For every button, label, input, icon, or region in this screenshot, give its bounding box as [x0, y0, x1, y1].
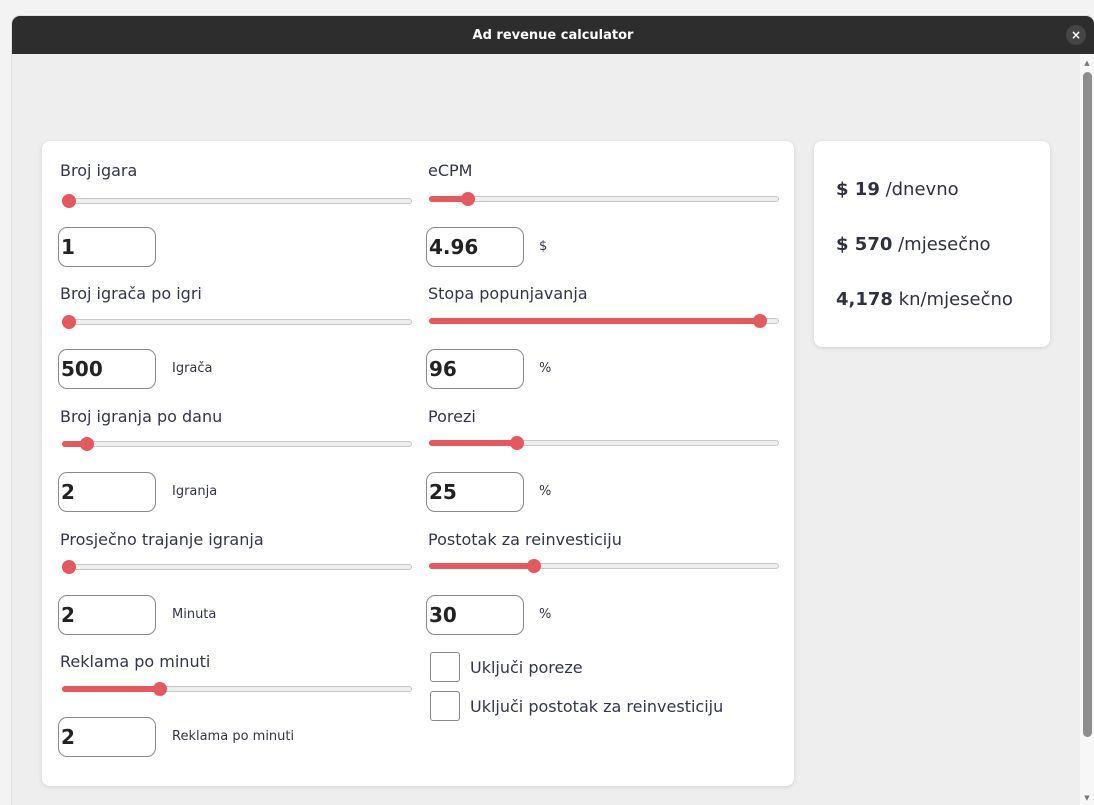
porezi-label: Porezi: [428, 407, 476, 426]
porezi-slider[interactable]: [429, 436, 779, 452]
porezi-unit: %: [539, 484, 552, 499]
broj-igraca-label: Broj igrača po igri: [60, 284, 202, 303]
slider-track: [429, 196, 779, 202]
stopa-input[interactable]: [426, 349, 524, 389]
scroll-up-icon[interactable]: ▲: [1083, 58, 1091, 68]
reklama-label: Reklama po minuti: [60, 652, 211, 671]
broj-igara-slider[interactable]: [62, 194, 412, 210]
slider-thumb[interactable]: [461, 192, 475, 206]
daily-suffix: /dnevno: [879, 179, 959, 200]
ecpm-input[interactable]: [426, 227, 524, 267]
broj-igranja-label: Broj igranja po danu: [60, 407, 223, 426]
vertical-scrollbar[interactable]: ▲ ▼: [1080, 54, 1094, 805]
daily-result: $ 19 /dnevno: [836, 179, 959, 200]
reinvest-unit: %: [539, 607, 552, 622]
close-icon: ×: [1070, 28, 1082, 42]
slider-fill: [62, 686, 160, 692]
slider-thumb[interactable]: [753, 314, 767, 328]
results-card: $ 19 /dnevno $ 570 /mjesečno 4,178 kn/mj…: [814, 141, 1050, 347]
reklama-slider[interactable]: [62, 682, 412, 698]
broj-igranja-slider[interactable]: [62, 437, 412, 453]
scroll-down-icon[interactable]: ▼: [1083, 793, 1091, 803]
slider-thumb[interactable]: [62, 194, 76, 208]
ecpm-unit: $: [539, 239, 548, 254]
slider-fill: [429, 563, 534, 569]
monthly-usd-suffix: /mjesečno: [892, 234, 991, 255]
monthly-kn-value: 4,178: [836, 289, 893, 310]
broj-igraca-unit: Igrača: [172, 361, 213, 376]
stopa-slider[interactable]: [429, 314, 779, 330]
slider-fill: [429, 440, 517, 446]
reinvest-label: Postotak za reinvesticiju: [428, 530, 622, 549]
stopa-unit: %: [539, 361, 552, 376]
slider-thumb[interactable]: [62, 560, 76, 574]
slider-thumb[interactable]: [80, 437, 94, 451]
calculator-form: Broj igara Broj igrača po igri Igrača Br…: [42, 141, 794, 786]
trajanje-slider[interactable]: [62, 560, 412, 576]
broj-igraca-slider[interactable]: [62, 315, 412, 331]
broj-igara-label: Broj igara: [60, 161, 138, 180]
slider-fill: [429, 318, 760, 324]
reinvest-checkbox[interactable]: [430, 691, 460, 721]
slider-thumb[interactable]: [153, 682, 167, 696]
title-bar: Ad revenue calculator ×: [12, 16, 1094, 54]
trajanje-input[interactable]: [58, 595, 156, 635]
ecpm-label: eCPM: [428, 161, 473, 180]
reinvest-input[interactable]: [426, 595, 524, 635]
slider-track: [62, 564, 412, 570]
reklama-unit: Reklama po minuti: [172, 729, 295, 744]
reinvest-slider[interactable]: [429, 559, 779, 575]
close-button[interactable]: ×: [1066, 25, 1086, 45]
daily-value: $ 19: [836, 179, 880, 200]
slider-track: [62, 198, 412, 204]
scroll-thumb[interactable]: [1083, 72, 1092, 737]
monthly-usd-result: $ 570 /mjesečno: [836, 234, 991, 255]
monthly-kn-result: 4,178 kn/mjesečno: [836, 289, 1013, 310]
window-title: Ad revenue calculator: [472, 27, 634, 43]
content-area: Broj igara Broj igrača po igri Igrača Br…: [12, 54, 1080, 805]
slider-track: [62, 319, 412, 325]
porezi-checkbox-label: Uključi poreze: [470, 658, 583, 677]
monthly-usd-value: $ 570: [836, 234, 893, 255]
app-window: Ad revenue calculator × Broj igara Broj …: [12, 16, 1094, 805]
broj-igara-input[interactable]: [58, 227, 156, 267]
porezi-input[interactable]: [426, 472, 524, 512]
stopa-label: Stopa popunjavanja: [428, 284, 588, 303]
broj-igraca-input[interactable]: [58, 349, 156, 389]
ecpm-slider[interactable]: [429, 192, 779, 208]
slider-track: [62, 441, 412, 447]
porezi-checkbox[interactable]: [430, 652, 460, 682]
trajanje-label: Prosječno trajanje igranja: [60, 530, 264, 549]
slider-thumb[interactable]: [510, 436, 524, 450]
slider-thumb[interactable]: [62, 315, 76, 329]
slider-thumb[interactable]: [527, 559, 541, 573]
reinvest-checkbox-label: Uključi postotak za reinvesticiju: [470, 697, 724, 716]
reklama-input[interactable]: [58, 717, 156, 757]
broj-igranja-input[interactable]: [58, 472, 156, 512]
monthly-kn-suffix: kn/mjesečno: [892, 289, 1013, 310]
broj-igranja-unit: Igranja: [172, 484, 218, 499]
trajanje-unit: Minuta: [172, 607, 217, 622]
